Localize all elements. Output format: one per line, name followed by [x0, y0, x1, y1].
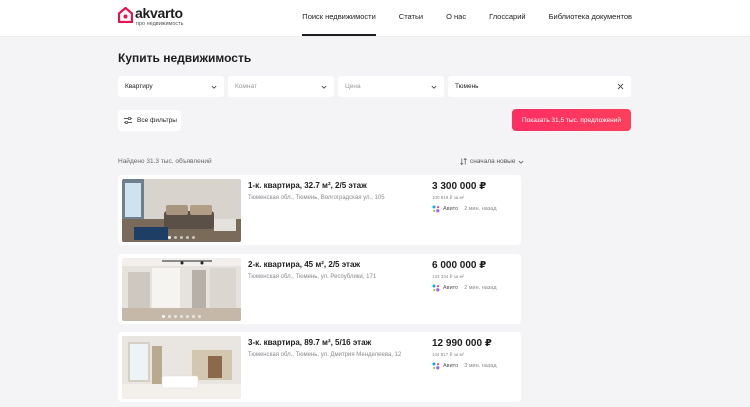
- show-offers-button[interactable]: Показать 31,5 тыс. предложений: [512, 109, 631, 131]
- page-title: Купить недвижимость: [118, 51, 252, 65]
- listing-address: Тюменская обл., Тюмень, Волгоградская ул…: [248, 195, 385, 201]
- listing-price-per-m2: 144 817 ₽ за м²: [432, 352, 465, 357]
- rooms-select[interactable]: Комнат: [228, 76, 334, 97]
- main-nav: Поиск недвижимости Статьи О нас Глоссари…: [279, 0, 632, 37]
- property-type-select[interactable]: Квартиру: [118, 76, 224, 97]
- avito-logo-icon: [432, 205, 440, 213]
- nav-item-articles[interactable]: Статьи: [399, 0, 423, 37]
- city-value: Тюмень: [455, 83, 479, 90]
- listing-price-per-m2: 133 334 ₽ за м²: [432, 274, 465, 279]
- brand-tagline: про недвижимость: [136, 21, 184, 27]
- photo-pager: [122, 236, 241, 239]
- listing-price: 12 990 000 ₽: [432, 338, 492, 349]
- property-type-value: Квартиру: [125, 83, 153, 90]
- sliders-icon: [124, 117, 132, 124]
- apartment-photo-image: [122, 258, 241, 321]
- posted-time: 2 мин. назад: [464, 206, 497, 212]
- all-filters-button[interactable]: Все фильтры: [118, 110, 181, 131]
- results-count: Найдено 31.3 тыс. объявлений: [118, 158, 212, 165]
- logo[interactable]: akvarto про недвижимость: [118, 6, 184, 27]
- listing-title[interactable]: 3-к. квартира, 89.7 м², 5/16 этаж: [248, 338, 371, 347]
- posted-time: 2 мин. назад: [464, 285, 497, 291]
- listing-photo[interactable]: [122, 336, 241, 399]
- nav-item-about[interactable]: О нас: [446, 0, 466, 37]
- apartment-photo-image: [122, 336, 241, 399]
- source-name: Авито: [443, 363, 459, 369]
- sort-label: сначала новые: [470, 158, 516, 165]
- photo-pager: [122, 315, 241, 318]
- posted-time: 3 мин. назад: [464, 363, 497, 369]
- listing-card[interactable]: 1-к. квартира, 32.7 м², 2/5 этаж Тюменск…: [118, 175, 521, 245]
- price-placeholder: Цена: [345, 83, 361, 90]
- close-icon[interactable]: [617, 83, 624, 90]
- listing-source: Авито 2 мин. назад: [432, 284, 497, 292]
- listing-photo[interactable]: [122, 258, 241, 321]
- brand-name: akvarto: [135, 5, 183, 21]
- chevron-down-icon: [321, 85, 327, 89]
- nav-item-documents[interactable]: Библиотека документов: [549, 0, 632, 37]
- price-select[interactable]: Цена: [338, 76, 444, 97]
- listing-title[interactable]: 2-к. квартира, 45 м², 2/5 этаж: [248, 260, 360, 269]
- sort-icon: [460, 158, 467, 165]
- all-filters-label: Все фильтры: [137, 117, 177, 124]
- nav-item-search[interactable]: Поиск недвижимости: [302, 0, 377, 37]
- top-header: akvarto про недвижимость Поиск недвижимо…: [0, 0, 750, 37]
- listing-card[interactable]: 3-к. квартира, 89.7 м², 5/16 этаж Тюменс…: [118, 332, 521, 402]
- rooms-placeholder: Комнат: [235, 83, 257, 90]
- avito-logo-icon: [432, 284, 440, 292]
- sort-dropdown[interactable]: сначала новые: [460, 158, 524, 165]
- chevron-down-icon: [519, 160, 524, 164]
- listing-source: Авито 2 мин. назад: [432, 205, 497, 213]
- listing-title[interactable]: 1-к. квартира, 32.7 м², 2/5 этаж: [248, 181, 367, 190]
- chevron-down-icon: [211, 85, 217, 89]
- source-name: Авито: [443, 206, 459, 212]
- apartment-photo-image: [122, 179, 241, 242]
- listing-price-per-m2: 100 918 ₽ за м²: [432, 195, 465, 200]
- avito-logo-icon: [432, 362, 440, 370]
- listing-price: 6 000 000 ₽: [432, 260, 487, 271]
- source-name: Авито: [443, 285, 459, 291]
- listing-address: Тюменская обл., Тюмень, ул. Дмитрия Менд…: [248, 352, 402, 358]
- chevron-down-icon: [431, 85, 437, 89]
- listing-photo[interactable]: [122, 179, 241, 242]
- listing-source: Авито 3 мин. назад: [432, 362, 497, 370]
- nav-item-glossary[interactable]: Глоссарий: [489, 0, 526, 37]
- listing-address: Тюменская обл., Тюмень, ул. Республики, …: [248, 274, 377, 280]
- listing-card[interactable]: 2-к. квартира, 45 м², 2/5 этаж Тюменская…: [118, 254, 521, 324]
- house-logo-icon: [118, 7, 133, 23]
- city-input[interactable]: Тюмень: [448, 76, 631, 97]
- listing-price: 3 300 000 ₽: [432, 181, 487, 192]
